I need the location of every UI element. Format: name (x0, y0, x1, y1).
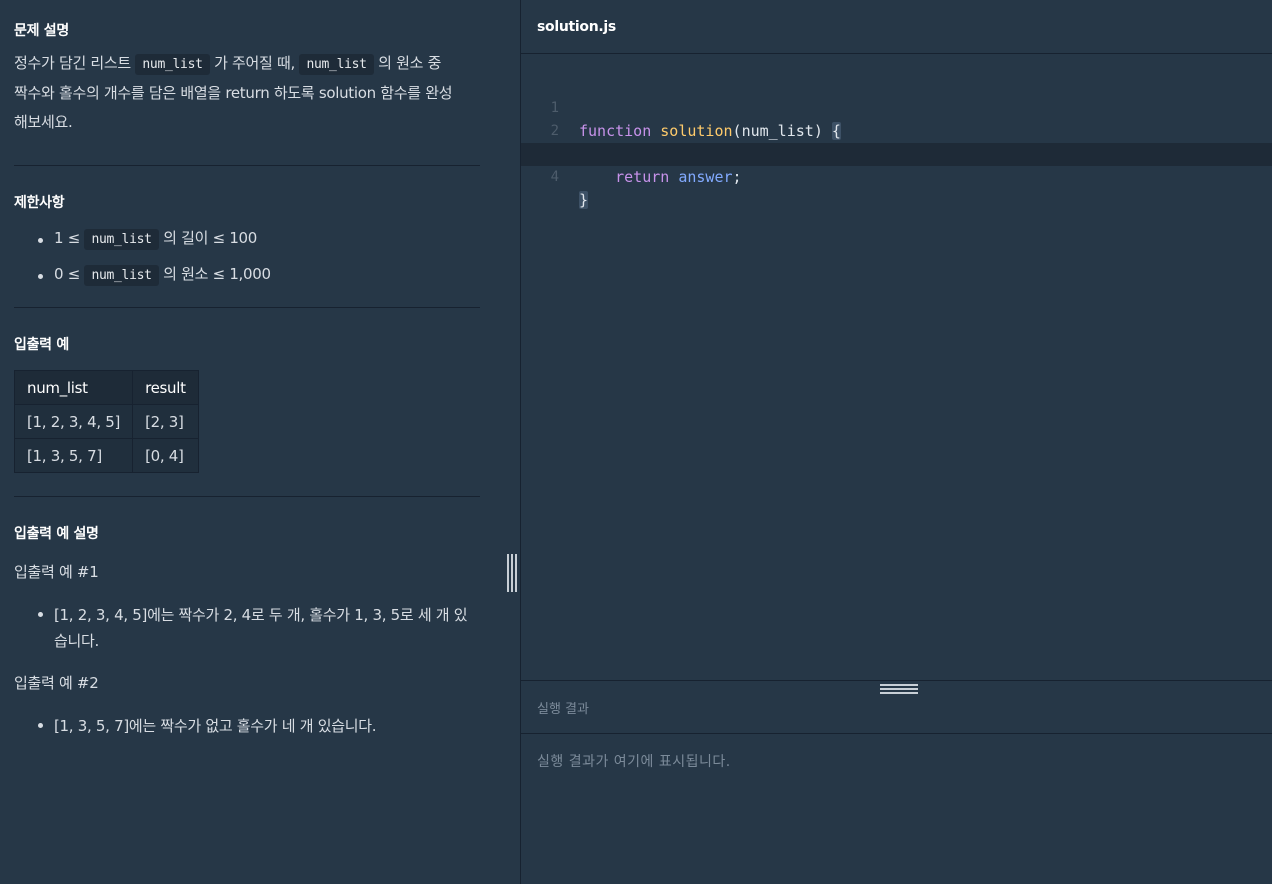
table-cell: [1, 3, 5, 7] (13, 438, 134, 473)
examples-section: 입출력 예 num_list result [1, 2, 3, 4, 5] [2… (13, 308, 480, 497)
problem-title: 문제 설명 (14, 23, 69, 39)
code-editor[interactable]: 1 function solution(num_list) { 2 var an… (521, 54, 1272, 680)
horizontal-resize-handle[interactable] (880, 684, 918, 694)
problem-desc-line3: 해보세요. (14, 113, 73, 131)
problem-description: 정수가 담긴 리스트 num_list 가 주어질 때, num_list 의 … (14, 49, 480, 137)
constraints-section: 제한사항 1 ≤ num_list 의 길이 ≤ 100 0 ≤ num_lis… (14, 166, 480, 308)
constraint-item: 1 ≤ num_list 의 길이 ≤ 100 (14, 228, 480, 250)
table-row: [1, 3, 5, 7] [0, 4] (13, 438, 199, 473)
table-header-cell: result (132, 370, 199, 405)
editor-panel: solution.js 1 function solution(num_list… (521, 0, 1272, 884)
problem-panel: 문제 설명 정수가 담긴 리스트 num_list 가 주어질 때, num_l… (0, 0, 520, 884)
result-title: 실행 결과 (537, 702, 589, 717)
example-2-list: [1, 3, 5, 7]에는 짝수가 없고 홀수가 네 개 있습니다. (14, 713, 480, 739)
example-2-title: 입출력 예 #2 (14, 674, 99, 692)
matched-bracket: } (579, 191, 589, 209)
inline-code: num_list (84, 229, 159, 250)
example-1-item: [1, 2, 3, 4, 5]에는 짝수가 2, 4로 두 개, 홀수가 1, … (14, 602, 480, 654)
inline-code: num_list (299, 54, 374, 75)
code-line[interactable]: 1 function solution(num_list) { (521, 74, 1272, 140)
table-cell: [1, 2, 3, 4, 5] (13, 404, 134, 439)
constraints-list: 1 ≤ num_list 의 길이 ≤ 100 0 ≤ num_list 의 원… (14, 228, 480, 286)
line-number: 4 (550, 169, 559, 185)
inline-code: num_list (84, 265, 159, 286)
example-1-title: 입출력 예 #1 (14, 563, 99, 581)
examples-title: 입출력 예 (14, 337, 69, 353)
table-row: [1, 2, 3, 4, 5] [2, 3] (13, 404, 199, 439)
code-line[interactable]: 2 var answer = []; (521, 97, 1272, 163)
example-1-list: [1, 2, 3, 4, 5]에는 짝수가 2, 4로 두 개, 홀수가 1, … (14, 602, 480, 654)
problem-desc-line1: 정수가 담긴 리스트 num_list 가 주어질 때, num_list 의 … (14, 49, 480, 79)
inline-code: num_list (135, 54, 210, 75)
problem-desc-line2: 짝수와 홀수의 개수를 담은 배열을 return 하도록 solution 함… (14, 84, 453, 102)
result-output: 실행 결과가 여기에 표시됩니다. (537, 754, 731, 770)
editor-header: solution.js (521, 0, 1272, 54)
code-line-active[interactable]: 4 } (521, 143, 1272, 209)
examples-table: num_list result [1, 2, 3, 4, 5] [2, 3] [… (13, 370, 199, 473)
result-header: 실행 결과 (521, 680, 1272, 734)
vertical-resize-handle[interactable] (507, 554, 517, 592)
table-header-cell: num_list (13, 370, 134, 405)
table-header-row: num_list result (13, 370, 199, 405)
constraints-title: 제한사항 (14, 195, 65, 211)
code-line[interactable]: 3 return answer; (521, 120, 1272, 186)
table-cell: [2, 3] (132, 404, 199, 439)
explanation-title: 입출력 예 설명 (14, 526, 99, 542)
explanation-section: 입출력 예 설명 입출력 예 #1 [1, 2, 3, 4, 5]에는 짝수가 … (14, 497, 480, 739)
file-name-tab[interactable]: solution.js (537, 19, 1272, 35)
constraint-item: 0 ≤ num_list 의 원소 ≤ 1,000 (14, 264, 480, 286)
example-2-item: [1, 3, 5, 7]에는 짝수가 없고 홀수가 네 개 있습니다. (14, 713, 480, 739)
table-cell: [0, 4] (132, 438, 199, 473)
problem-section: 문제 설명 정수가 담긴 리스트 num_list 가 주어질 때, num_l… (14, 0, 480, 166)
